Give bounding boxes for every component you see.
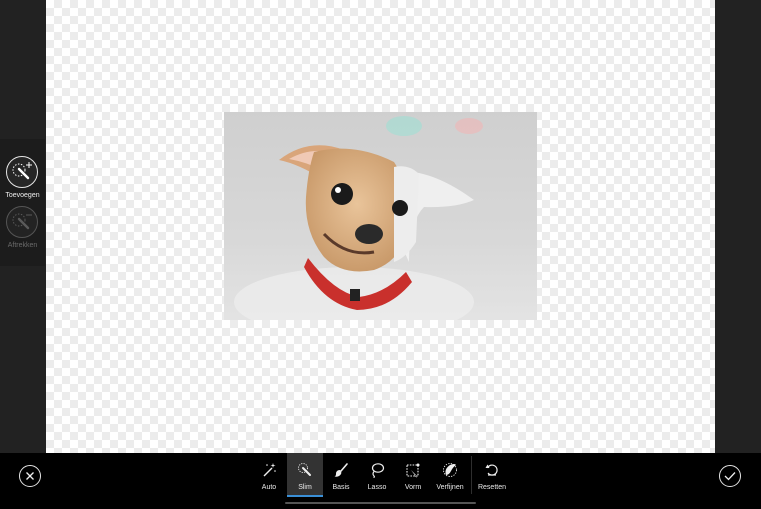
brush-icon xyxy=(332,461,350,479)
right-margin xyxy=(715,0,761,453)
tool-slim-label: Slim xyxy=(298,484,312,491)
subtract-selection-label: Aftrekken xyxy=(7,242,38,249)
add-selection-button[interactable] xyxy=(6,156,38,188)
tool-basis-label: Basis xyxy=(332,484,350,491)
tool-auto[interactable]: Auto xyxy=(251,453,287,497)
refine-icon xyxy=(441,461,459,479)
undo-icon xyxy=(483,461,501,479)
close-icon xyxy=(26,472,34,480)
tool-auto-label: Auto xyxy=(261,484,277,491)
active-tool-indicator xyxy=(287,495,323,497)
scroll-indicator xyxy=(285,502,476,504)
confirm-button[interactable] xyxy=(719,465,741,487)
checkmark-icon xyxy=(724,472,736,481)
tool-lasso[interactable]: Lasso xyxy=(359,453,395,497)
reset-button[interactable]: Resetten xyxy=(474,453,510,497)
lasso-icon xyxy=(368,461,386,479)
tool-verfijnen-label: Verfijnen xyxy=(436,484,464,491)
magic-wand-icon xyxy=(260,461,278,479)
smart-brush-subtract-icon xyxy=(12,213,32,230)
selection-mode-panel: Toevoegen Aftrekken xyxy=(0,139,45,266)
reset-label: Resetten xyxy=(477,484,507,491)
shape-icon xyxy=(404,461,422,479)
dog-photo[interactable] xyxy=(224,112,537,320)
subtract-selection-button[interactable] xyxy=(6,206,38,238)
cancel-button[interactable] xyxy=(19,465,41,487)
dog-image xyxy=(224,112,537,320)
tool-vorm[interactable]: Vorm xyxy=(395,453,431,497)
tool-slim[interactable]: Slim xyxy=(287,453,323,497)
editing-canvas[interactable] xyxy=(46,0,715,453)
add-selection-label: Toevoegen xyxy=(5,192,40,199)
tool-vorm-label: Vorm xyxy=(404,484,422,491)
tool-basis[interactable]: Basis xyxy=(323,453,359,497)
tool-verfijnen[interactable]: Verfijnen xyxy=(432,453,468,497)
smart-brush-add-icon xyxy=(12,162,32,180)
tool-lasso-label: Lasso xyxy=(367,484,387,491)
smart-brush-icon xyxy=(296,461,314,479)
toolbar-divider xyxy=(471,456,472,494)
